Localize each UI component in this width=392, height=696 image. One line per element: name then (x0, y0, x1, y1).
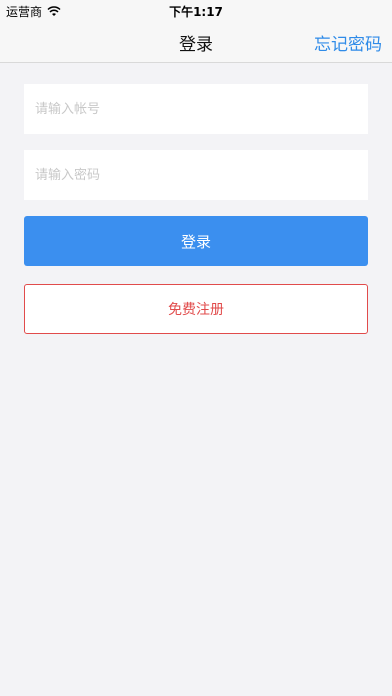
clock: 下午1:17 (169, 5, 223, 19)
forgot-password-button[interactable]: 忘记密码 (314, 30, 382, 55)
register-button[interactable]: 免费注册 (24, 284, 368, 334)
account-field-container (24, 84, 368, 134)
account-input[interactable] (33, 100, 359, 118)
password-field-container (24, 150, 368, 200)
password-input[interactable] (33, 166, 359, 184)
login-button[interactable]: 登录 (24, 216, 368, 266)
navigation-bar: 登录 忘记密码 (0, 20, 392, 63)
login-form: 登录 免费注册 (24, 84, 368, 334)
status-bar: 运营商 下午1:17 (0, 0, 392, 20)
